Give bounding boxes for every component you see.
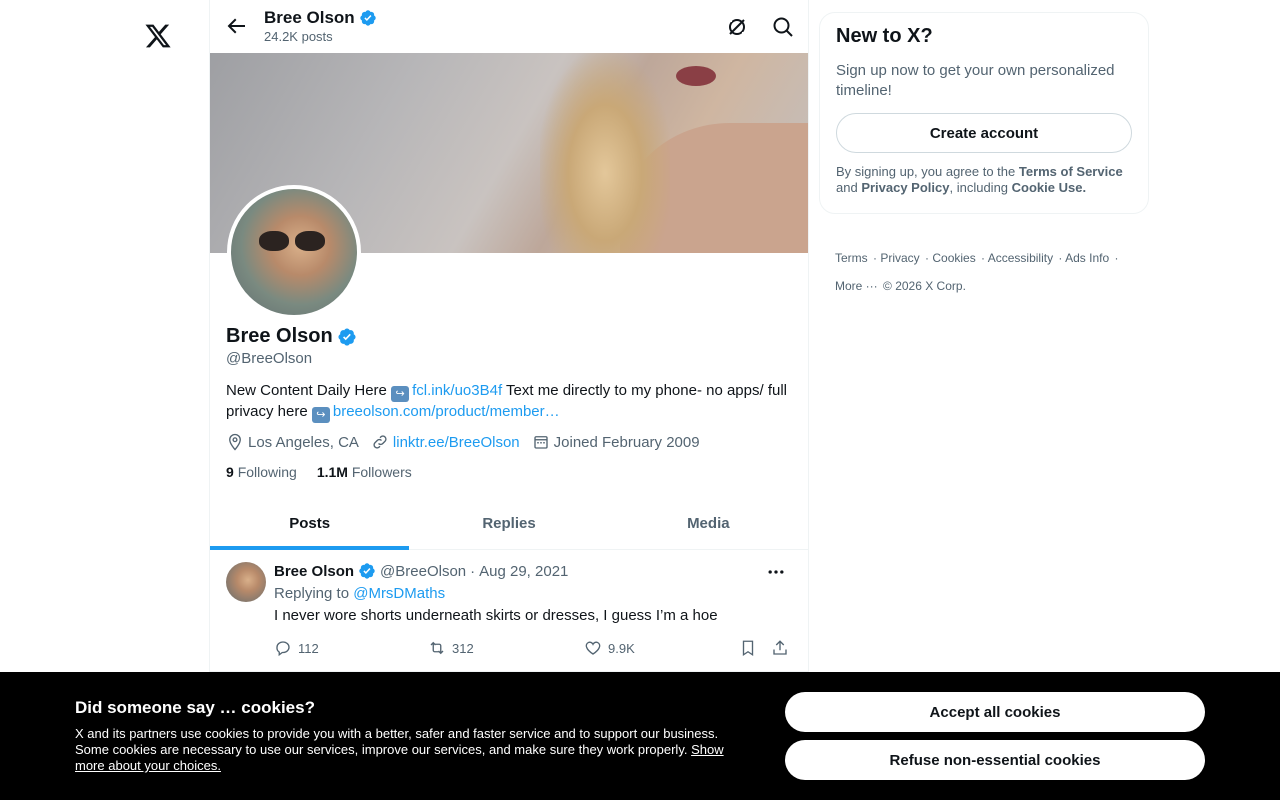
cookie-banner: Did someone say … cookies? X and its par… [0,672,1280,800]
terms-mid2: , including [949,180,1012,195]
terms-prefix: By signing up, you agree to the [836,164,1019,179]
create-account-button[interactable]: Create account [836,113,1132,153]
heart-icon [585,641,601,655]
refuse-cookies-button[interactable]: Refuse non-essential cookies [785,740,1205,780]
bio-link-2[interactable]: breeolson.com/product/member… [333,403,560,420]
verified-badge-icon [338,327,356,346]
website-item: linktr.ee/BreeOlson [371,433,520,451]
signup-title: New to X? [836,25,933,47]
post-date[interactable]: Aug 29, 2021 [479,563,568,580]
joined-text: Joined February 2009 [553,433,700,451]
back-arrow-icon[interactable] [224,14,248,38]
share-button[interactable] [771,639,789,657]
post-actions: 112 312 9.9K [274,639,794,659]
footer-link-accessibility[interactable]: Accessibility [988,251,1053,265]
location-pin-icon [229,433,241,451]
bookmark-icon [742,640,754,657]
cookie-body: X and its partners use cookies to provid… [75,726,725,774]
tab-replies[interactable]: Replies [409,497,608,549]
repost-button[interactable]: 312 [428,639,474,657]
calendar-icon [533,436,548,449]
like-button[interactable]: 9.9K [584,639,635,657]
website-link[interactable]: linktr.ee/BreeOlson [393,434,520,451]
footer-link-privacy[interactable]: Privacy [880,251,919,265]
footer-link-cookies[interactable]: Cookies [932,251,975,265]
signup-subtitle: Sign up now to get your own personalized… [836,62,1115,99]
cookie-title: Did someone say … cookies? [75,698,315,717]
verified-badge-icon [360,10,376,26]
followers-label: Followers [351,464,412,480]
terms-mid: and [836,180,862,195]
reply-icon [276,641,290,657]
profile-bio: New Content Daily Here ↪ fcl.ink/uo3B4f T… [226,381,796,423]
share-icon [773,640,787,655]
repost-count: 312 [452,640,474,656]
profile-handle: @BreeOlson [226,350,313,367]
profile-header-bar: Bree Olson 24.2K posts [210,0,808,53]
repost-icon [430,641,444,655]
accept-cookies-button[interactable]: Accept all cookies [785,692,1205,732]
joined-item: Joined February 2009 [532,433,700,451]
followers-link[interactable]: 1.1M Followers [317,464,412,480]
footer-link-ads-info[interactable]: Ads Info [1065,251,1109,265]
profile-meta: Los Angeles, CA linktr.ee/BreeOlson Join… [226,433,700,451]
cookie-use-link[interactable]: Cookie Use. [1012,180,1086,195]
post-header: Bree Olson @BreeOlson · Aug 29, 2021 [274,562,568,580]
tab-media[interactable]: Media [609,497,808,549]
replying-to-link[interactable]: @MrsDMaths [353,585,445,602]
footer-copyright: © 2026 X Corp. [883,279,966,293]
post-item[interactable]: Bree Olson @BreeOlson · Aug 29, 2021 Rep… [210,550,808,672]
privacy-policy-link[interactable]: Privacy Policy [861,180,949,195]
header-name-text: Bree Olson [264,8,355,27]
following-link[interactable]: 9 Following [226,464,297,480]
post-separator: · [470,562,476,580]
posts-count: 24.2K posts [264,29,333,44]
profile-name-text: Bree Olson [226,325,333,347]
grok-icon[interactable] [725,15,749,39]
profile-avatar[interactable] [227,185,361,319]
like-count: 9.9K [608,640,635,656]
post-author-handle[interactable]: @BreeOlson [380,563,466,580]
bio-text-1: New Content Daily Here [226,382,392,399]
location-text: Los Angeles, CA [248,433,359,451]
profile-name: Bree Olson [226,325,357,348]
post-author-name[interactable]: Bree Olson [274,563,354,580]
reply-button[interactable]: 112 [274,639,319,657]
followers-count: 1.1M [316,464,348,480]
footer-more[interactable]: More ··· [835,279,878,293]
search-icon[interactable] [771,15,795,39]
footer-link-terms[interactable]: Terms [835,251,868,265]
follow-stats: 9 Following 1.1M Followers [226,464,412,480]
replying-prefix: Replying to [274,585,354,602]
arrow-emoji-icon: ↪ [311,407,330,423]
replying-to: Replying to @MrsDMaths [274,585,445,602]
post-text: I never wore shorts underneath skirts or… [274,607,718,624]
arrow-emoji-icon: ↪ [391,386,410,402]
tab-posts[interactable]: Posts [210,497,410,550]
header-name: Bree Olson [264,8,377,28]
reply-count: 112 [298,640,319,656]
link-icon [373,435,387,449]
verified-badge-icon [359,563,375,579]
cookie-body-text: X and its partners use cookies to provid… [75,726,719,757]
profile-tabs: Posts Replies Media [210,497,808,550]
terms-of-service-link[interactable]: Terms of Service [1019,164,1123,179]
location-item: Los Angeles, CA [226,433,359,451]
post-avatar[interactable] [226,562,266,602]
more-options-icon[interactable] [766,562,786,582]
footer-links: Terms · Privacy · Cookies · Accessibilit… [835,251,1119,293]
bio-link-1[interactable]: fcl.ink/uo3B4f [412,382,502,399]
signup-card: New to X? Sign up now to get your own pe… [819,12,1149,214]
bookmark-button[interactable] [739,639,757,657]
following-count: 9 [226,464,234,480]
x-logo-icon[interactable] [144,22,172,50]
following-label: Following [237,464,297,480]
signup-terms: By signing up, you agree to the Terms of… [836,164,1136,196]
